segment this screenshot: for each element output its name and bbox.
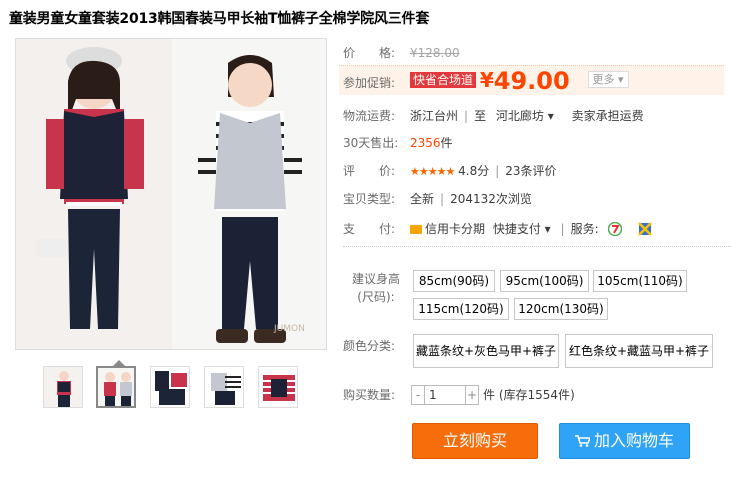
size-option-115[interactable]: 115cm(120码) (413, 298, 509, 320)
type-label: 宝贝类型: (343, 192, 396, 206)
shipping-row: 物流运费: 浙江台州 | 至 河北廊坊 ▾ 卖家承担运费 (343, 105, 644, 127)
payment-label: 支 付: (343, 222, 396, 236)
item-condition: 全新 (410, 192, 435, 206)
color-option-navy-gray[interactable]: 藏蓝条纹+灰色马甲+裤子 (413, 334, 559, 368)
more-promos-button[interactable]: 更多 ▾ (587, 71, 629, 88)
cart-icon (574, 435, 590, 447)
quantity-unit-stock: 件 (库存1554件) (483, 385, 575, 405)
size-option-85[interactable]: 85cm(90码) (413, 270, 495, 292)
size-option-120[interactable]: 120cm(130码) (514, 298, 608, 320)
product-main-image[interactable]: JUMON (15, 38, 327, 350)
seven-day-return-icon[interactable] (608, 222, 623, 236)
promo-row: 参加促销: 快省合场道 ¥49.00 更多 ▾ (343, 68, 629, 93)
payment-row: 支 付: 信用卡分期 快捷支付 ▾ | 服务: (343, 218, 653, 240)
original-price: ¥128.00 (410, 46, 460, 60)
quantity-unit: 件 (483, 388, 496, 402)
size-label-line2: (尺码): (357, 290, 395, 304)
size-label-line1: 建议身高 (351, 272, 400, 286)
fast-pay-dropdown[interactable]: 快捷支付 ▾ (493, 222, 551, 236)
sales-row: 30天售出: 2356件 (343, 132, 453, 154)
rating-row: 评 价: ★★★★★ 4.8分 | 23条评价 (343, 160, 557, 182)
thumbnail-3[interactable] (150, 366, 190, 408)
thumbnail-1[interactable] (43, 366, 83, 408)
promo-price: 49.00 (493, 67, 570, 95)
thumbnail-2[interactable] (96, 366, 136, 408)
price-row: 价 格: ¥128.00 (343, 42, 460, 64)
price-label: 价 格: (343, 46, 396, 60)
quantity-label: 购买数量: (343, 388, 396, 402)
size-option-label: 建议身高 (尺码): (345, 270, 407, 306)
sales-unit: 件 (440, 136, 453, 150)
guarantee-icon[interactable] (638, 222, 653, 236)
size-option-105[interactable]: 105cm(110码) (593, 270, 687, 292)
credit-card-icon (410, 225, 422, 234)
quantity-minus-button[interactable]: - (411, 385, 425, 405)
thumbnail-5[interactable] (258, 366, 298, 408)
credit-installment-link[interactable]: 信用卡分期 (425, 222, 485, 236)
ship-from: 浙江台州 (410, 109, 459, 123)
rating-label: 评 价: (343, 164, 396, 178)
buy-now-label: 立刻购买 (442, 431, 507, 450)
type-row: 宝贝类型: 全新 | 204132次浏览 (343, 188, 532, 210)
shipping-label: 物流运费: (343, 109, 396, 123)
shipping-note: 卖家承担运费 (571, 109, 644, 123)
size-option-95[interactable]: 95cm(100码) (500, 270, 589, 292)
thumbnail-4[interactable] (204, 366, 244, 408)
product-photo: JUMON (16, 39, 326, 349)
price-currency: ¥ (479, 68, 494, 92)
divider (343, 246, 731, 247)
stock-count: (库存1554件) (498, 388, 575, 402)
promo-label: 参加促销: (343, 76, 396, 90)
thumbnail-strip (43, 366, 303, 410)
add-to-cart-label: 加入购物车 (593, 431, 674, 450)
ship-sep: 至 (474, 109, 487, 123)
reviews-link[interactable]: 23条评价 (505, 164, 556, 178)
add-to-cart-button[interactable]: 加入购物车 (559, 423, 690, 459)
quantity-input[interactable]: 1 (424, 385, 466, 405)
color-option-red-navy[interactable]: 红色条纹+藏蓝马甲+裤子 (565, 334, 713, 368)
service-label: 服务: (570, 222, 599, 236)
color-option-label: 颜色分类: (343, 339, 396, 353)
promo-tag[interactable]: 快省合场道 (410, 72, 477, 88)
ship-to-dropdown[interactable]: 河北廊坊 ▾ (496, 109, 554, 123)
quantity-plus-button[interactable]: + (465, 385, 479, 405)
sales-label: 30天售出: (343, 136, 399, 150)
sales-count: 2356 (410, 136, 441, 150)
buy-now-button[interactable]: 立刻购买 (412, 423, 538, 459)
watermark-text: JUMON (273, 324, 305, 334)
rating-score: 4.8分 (458, 164, 490, 178)
rating-stars: ★★★★★ (410, 165, 455, 178)
view-count: 204132次浏览 (450, 192, 532, 206)
product-title: 童装男童女童套装2013韩国春装马甲长袖T恤裤子全棉学院风三件套 (9, 11, 430, 27)
